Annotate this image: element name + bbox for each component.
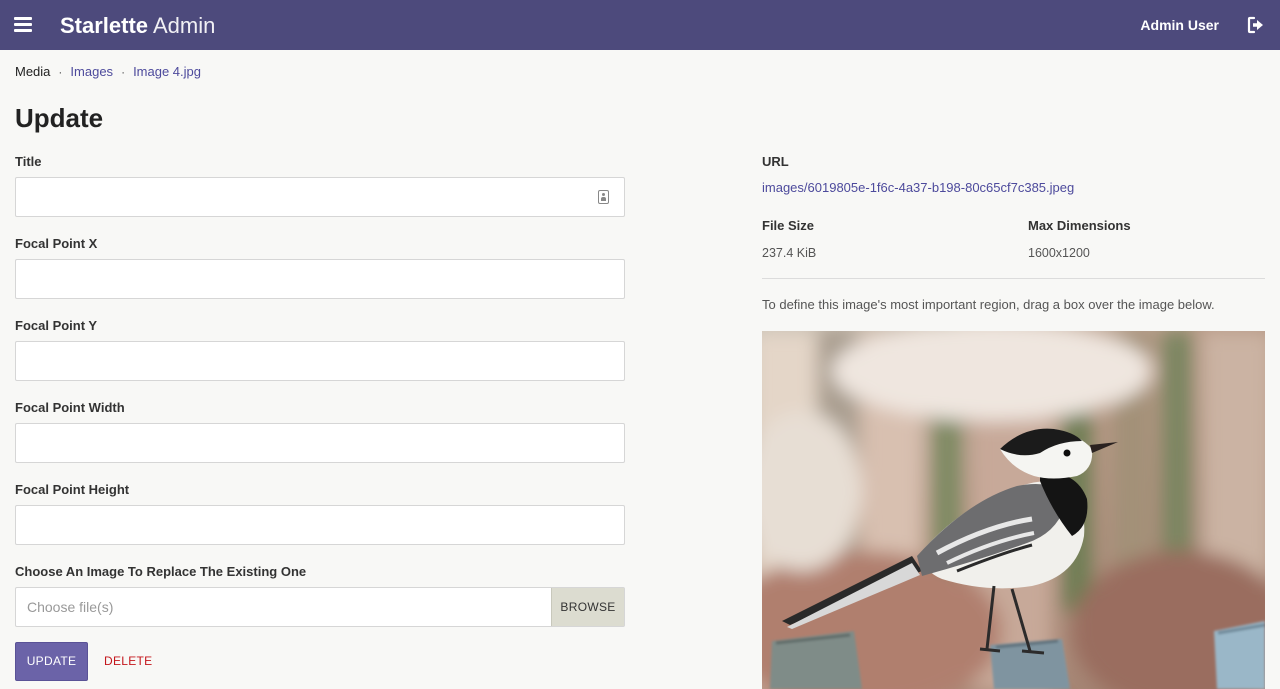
file-chooser-placeholder[interactable]: Choose file(s)	[16, 588, 551, 626]
focal-point-y-label: Focal Point Y	[15, 318, 98, 333]
brand-name-light: Admin	[152, 13, 216, 38]
file-chooser[interactable]: Choose file(s) BROWSE	[15, 587, 625, 627]
brand-name-bold: Starlette	[60, 13, 149, 38]
focal-point-width-input[interactable]	[15, 423, 625, 463]
logout-icon[interactable]	[1247, 16, 1265, 34]
browse-button[interactable]: BROWSE	[551, 588, 624, 626]
focal-point-x-input[interactable]	[15, 259, 625, 299]
hamburger-menu-icon[interactable]	[14, 17, 32, 32]
details-divider	[762, 278, 1265, 279]
title-label: Title	[15, 154, 42, 169]
breadcrumb-separator: ·	[121, 65, 126, 79]
file-size-label: File Size	[762, 218, 815, 233]
replace-image-label: Choose An Image To Replace The Existing …	[15, 564, 307, 579]
max-dimensions-value: 1600x1200	[1028, 246, 1090, 260]
breadcrumb-images-link[interactable]: Images	[70, 64, 113, 80]
file-size-value: 237.4 KiB	[762, 246, 817, 260]
page-title: Update	[15, 103, 104, 133]
max-dimensions-label: Max Dimensions	[1028, 218, 1131, 233]
breadcrumb-current-image-link[interactable]: Image 4.jpg	[133, 64, 201, 80]
update-button[interactable]: UPDATE	[15, 642, 88, 681]
bird-photo	[762, 331, 1265, 689]
focal-region-help-text: To define this image's most important re…	[762, 297, 1215, 312]
url-label: URL	[762, 154, 789, 169]
delete-button[interactable]: DELETE	[104, 654, 152, 669]
focal-point-x-label: Focal Point X	[15, 236, 98, 251]
focal-point-width-label: Focal Point Width	[15, 400, 125, 415]
contact-card-icon[interactable]	[598, 190, 609, 204]
breadcrumb: Media · Images · Image 4.jpg	[15, 64, 201, 80]
brand-logo[interactable]: Starlette Admin	[60, 13, 215, 39]
image-url-link[interactable]: images/6019805e-1f6c-4a37-b198-80c65cf7c…	[762, 180, 1074, 196]
focal-region-image[interactable]	[762, 331, 1265, 689]
top-navbar: Starlette Admin Admin User	[0, 0, 1280, 50]
breadcrumb-media: Media	[15, 64, 51, 79]
focal-point-y-input[interactable]	[15, 341, 625, 381]
focal-point-height-label: Focal Point Height	[15, 482, 130, 497]
user-name[interactable]: Admin User	[1140, 17, 1219, 34]
focal-point-height-input[interactable]	[15, 505, 625, 545]
breadcrumb-separator: ·	[58, 65, 63, 79]
title-input[interactable]	[15, 177, 625, 217]
